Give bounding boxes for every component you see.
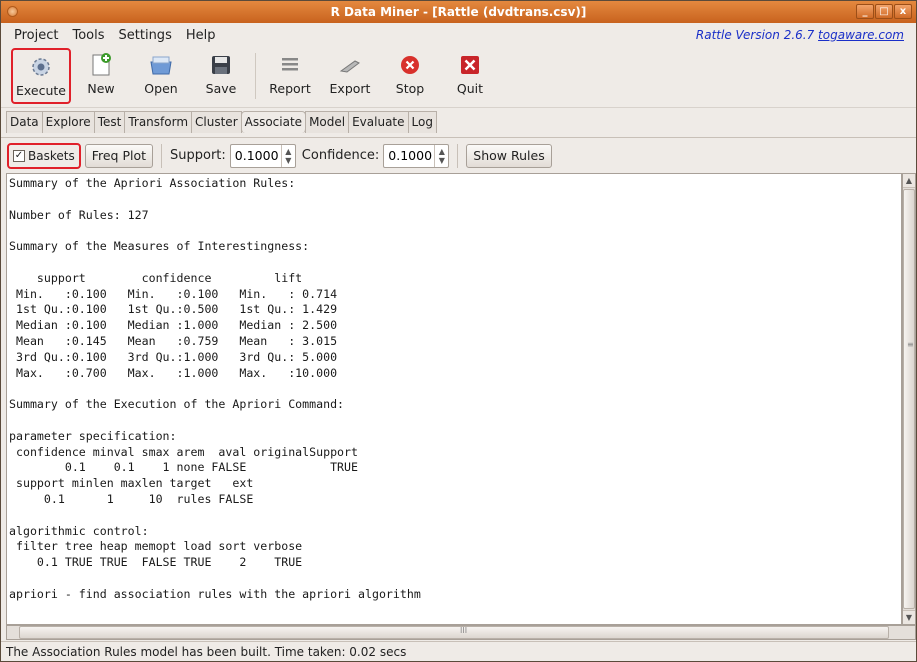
window-menu-icon[interactable] [7,6,18,17]
export-label: Export [329,81,371,96]
quit-button[interactable]: Quit [440,48,500,104]
support-spinner[interactable]: ▲▼ [229,143,296,168]
version-text: Rattle Version 2.6.7 [695,28,819,42]
output-textview[interactable]: Summary of the Apriori Association Rules… [6,173,902,625]
export-icon [337,52,363,78]
tab-data[interactable]: Data [6,111,43,133]
status-text: The Association Rules model has been bui… [6,645,407,659]
vertical-scroll-thumb[interactable]: ≡ [903,189,915,609]
floppy-disk-icon [208,52,234,78]
support-input[interactable] [230,144,281,167]
checkmark-icon: ✓ [13,149,25,162]
stop-icon [397,52,423,78]
baskets-label: Baskets [28,148,75,163]
stop-label: Stop [395,81,425,96]
stop-button[interactable]: Stop [380,48,440,104]
options-separator [161,143,163,168]
confidence-input[interactable] [384,144,435,167]
vertical-scrollbar[interactable]: ▲ ≡ ▼ [902,173,916,625]
new-label: New [87,81,115,96]
app-window: R Data Miner - [Rattle (dvdtrans.csv)] _… [0,0,917,662]
tab-bar: Data Explore Test Transform Cluster Asso… [6,111,437,133]
menu-settings[interactable]: Settings [112,28,179,43]
menu-help[interactable]: Help [179,28,223,43]
open-folder-icon [148,52,174,78]
open-label: Open [144,81,178,96]
window-controls: _ □ x [856,4,912,19]
menu-tools[interactable]: Tools [65,28,111,43]
tab-associate[interactable]: Associate [240,111,307,133]
report-icon [277,52,303,78]
open-button[interactable]: Open [131,48,191,104]
menu-project[interactable]: Project [7,28,65,43]
new-document-icon [88,52,114,78]
new-button[interactable]: New [71,48,131,104]
tab-transform[interactable]: Transform [124,111,193,133]
tab-evaluate[interactable]: Evaluate [348,111,409,133]
quit-icon [457,52,483,78]
support-label: Support: [170,148,226,163]
tab-log[interactable]: Log [407,111,437,133]
options-separator [457,143,459,168]
spinner-arrows-icon[interactable]: ▲ ▼ [280,144,295,167]
horizontal-scroll-thumb[interactable]: III [19,626,889,639]
execute-button[interactable]: Execute [11,48,71,104]
horizontal-scrollbar[interactable]: III [6,625,916,640]
window-title: R Data Miner - [Rattle (dvdtrans.csv)] [330,5,587,19]
confidence-spinner[interactable]: ▲▼ [383,143,450,168]
options-bar: ✓ Baskets Freq Plot Support: ▲▼ Confiden… [1,137,916,173]
save-button[interactable]: Save [191,48,251,104]
grip-icon: ≡ [907,340,914,349]
quit-label: Quit [456,81,484,96]
baskets-checkbox[interactable]: ✓ Baskets [7,142,81,169]
freq-plot-button[interactable]: Freq Plot [84,143,154,168]
minimize-button[interactable]: _ [856,4,874,19]
scroll-up-icon[interactable]: ▲ [903,174,915,188]
maximize-button[interactable]: □ [875,4,893,19]
confidence-label: Confidence: [301,148,380,163]
tab-cluster[interactable]: Cluster [191,111,242,133]
toolbar: Execute New Open Save Report Export Stop… [1,48,916,108]
show-rules-button[interactable]: Show Rules [466,143,552,168]
export-button[interactable]: Export [320,48,380,104]
gear-icon [28,54,54,80]
report-button[interactable]: Report [260,48,320,104]
output-text: Summary of the Apriori Association Rules… [9,176,421,601]
status-bar: The Association Rules model has been bui… [1,641,916,661]
scroll-down-icon[interactable]: ▼ [903,610,915,624]
tab-explore[interactable]: Explore [41,111,95,133]
tab-model[interactable]: Model [305,111,350,133]
save-label: Save [205,81,237,96]
execute-label: Execute [16,83,66,98]
version-info: Rattle Version 2.6.7 togaware.com [696,28,904,42]
close-button[interactable]: x [894,4,912,19]
grip-icon: III [460,626,468,635]
spinner-arrows-icon[interactable]: ▲ ▼ [434,144,448,167]
tab-test[interactable]: Test [93,111,126,133]
togaware-link[interactable]: togaware.com [818,28,904,42]
toolbar-separator [255,53,256,99]
title-bar[interactable]: R Data Miner - [Rattle (dvdtrans.csv)] _… [1,1,916,23]
report-label: Report [269,81,311,96]
